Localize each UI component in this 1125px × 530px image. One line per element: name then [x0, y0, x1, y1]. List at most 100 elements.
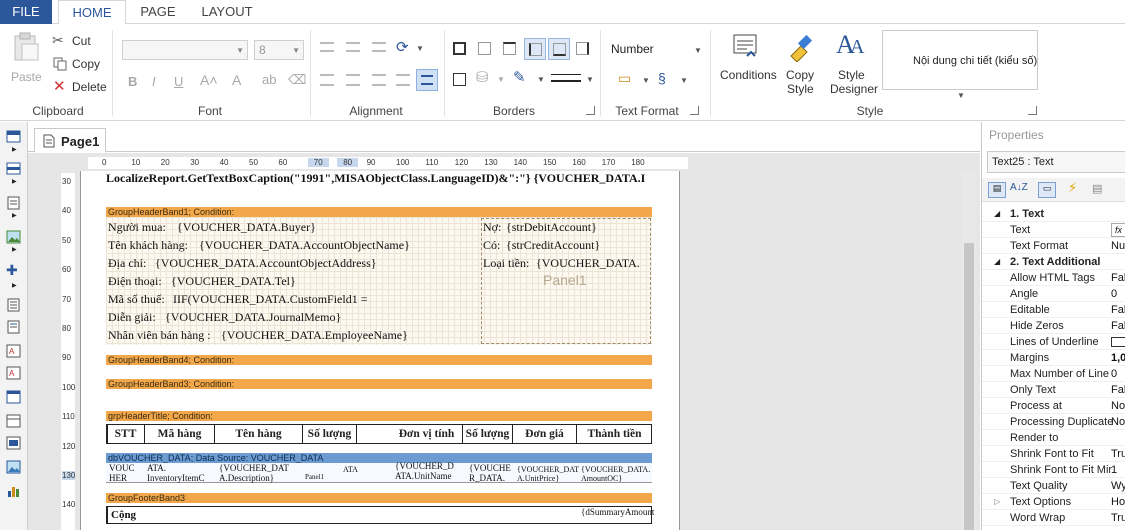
account-name-label[interactable]: Tên khách hàng:	[108, 238, 188, 253]
chevron-down-icon[interactable]: ▼	[416, 44, 424, 53]
border-bottom-icon[interactable]	[548, 38, 570, 60]
column-header[interactable]: Tên hàng	[215, 425, 303, 443]
data-cell[interactable]: ATA. InventoryItemC	[147, 463, 215, 483]
chevron-down-icon[interactable]: ▼	[642, 76, 650, 85]
footer-row[interactable]	[106, 506, 652, 524]
border-style-icon[interactable]	[551, 74, 581, 82]
tab-file[interactable]: FILE	[0, 0, 52, 24]
property-row[interactable]: Processing DuplicateNor	[982, 414, 1125, 430]
property-row[interactable]: Lines of Underline	[982, 334, 1125, 350]
properties-tab-icon[interactable]: ▭	[1038, 182, 1056, 198]
property-row[interactable]: Allow HTML Tags Fal	[982, 270, 1125, 286]
property-row[interactable]: Shrink Font to Fit Mir 1	[982, 462, 1125, 478]
text-icon[interactable]	[6, 298, 22, 312]
property-value[interactable]: Fal	[1111, 270, 1125, 286]
property-row[interactable]: Text Quality Wy	[982, 478, 1125, 494]
chevron-down-icon[interactable]: ▶	[12, 146, 17, 153]
events-icon[interactable]: ⚡	[1068, 180, 1077, 196]
band-icon[interactable]	[6, 130, 22, 144]
credit-field[interactable]: {strCreditAccount}	[506, 238, 600, 253]
property-value[interactable]: Fal	[1111, 302, 1125, 318]
property-row[interactable]: Text fx	[982, 222, 1125, 238]
data-cell[interactable]: ATA	[343, 465, 358, 474]
text-format-combo[interactable]: Number ▼	[608, 40, 704, 60]
property-row[interactable]: Max Number of Line 0	[982, 366, 1125, 382]
data-cell[interactable]: {VOUCHER_DATA. AmountOC}	[581, 465, 651, 483]
tab-page[interactable]: PAGE	[132, 0, 184, 24]
chevron-down-icon[interactable]: ▶	[12, 178, 17, 185]
memo-label[interactable]: Diễn giải:	[108, 310, 156, 325]
rich-text-icon[interactable]	[6, 320, 22, 334]
sub-report-icon[interactable]	[6, 436, 22, 450]
vertical-scrollbar[interactable]	[962, 171, 976, 530]
property-row[interactable]: Only Text Fal	[982, 382, 1125, 398]
money-format-icon[interactable]: ▭	[618, 70, 631, 87]
style-launcher-icon[interactable]	[1028, 106, 1037, 115]
address-label[interactable]: Địa chỉ:	[108, 256, 146, 271]
borders-launcher-icon[interactable]	[586, 106, 595, 115]
property-value[interactable]: Fal	[1111, 382, 1125, 398]
cross-band-icon[interactable]	[6, 196, 22, 210]
border-none-icon[interactable]	[478, 42, 491, 55]
chevron-down-icon[interactable]: ▼	[586, 75, 594, 84]
account-name-field[interactable]: {VOUCHER_DATA.AccountObjectName}	[199, 238, 410, 253]
tax-field[interactable]: IIF(VOUCHER_DATA.CustomField1 =	[173, 292, 367, 307]
credit-label[interactable]: Có:	[483, 238, 500, 253]
property-row[interactable]: Render to	[982, 430, 1125, 446]
chart-icon[interactable]	[6, 484, 22, 498]
border-top-icon[interactable]	[503, 42, 516, 55]
sort-az-icon[interactable]: A↓Z	[1010, 182, 1028, 193]
summary-field[interactable]: {dSummaryAmount	[581, 507, 654, 517]
caption-expression[interactable]: LocalizeReport.GetTextBoxCaption("1991",…	[106, 171, 645, 186]
data-band[interactable]: dbVOUCHER_DATA; Data Source: VOUCHER_DAT…	[106, 453, 652, 463]
property-row[interactable]: Shrink Font to Fit Tru	[982, 446, 1125, 462]
panel-icon[interactable]	[6, 390, 22, 404]
employee-field[interactable]: {VOUCHER_DATA.EmployeeName}	[221, 328, 408, 343]
justify-icon[interactable]	[396, 74, 410, 86]
cut-button[interactable]: ✂ Cut	[52, 32, 112, 50]
pages-icon[interactable]: ▤	[1092, 182, 1102, 195]
currency-field[interactable]: {VOUCHER_DATA.	[536, 256, 640, 271]
property-row[interactable]: Editable Fal	[982, 302, 1125, 318]
tab-home[interactable]: HOME	[58, 0, 126, 25]
property-value[interactable]: 1	[1111, 462, 1117, 478]
chevron-down-icon[interactable]: ▼	[537, 75, 545, 84]
property-category[interactable]: 1. Text ◢	[982, 206, 1125, 222]
collapse-icon[interactable]: ◢	[994, 254, 1000, 270]
data-cell[interactable]: {VOUCHER_DAT A.UnitPrice}	[517, 465, 579, 483]
property-row[interactable]: Text Options Ho ▷	[982, 494, 1125, 510]
property-value[interactable]: Tru	[1111, 446, 1125, 462]
property-value[interactable]: Nor	[1111, 398, 1125, 414]
debit-label[interactable]: Nợ:	[483, 220, 501, 235]
copy-button[interactable]: Copy	[52, 55, 112, 73]
expand-icon[interactable]: ▷	[994, 494, 1000, 510]
employee-label[interactable]: Nhân viên bán hàng :	[108, 328, 211, 343]
column-header[interactable]: Số lượng	[303, 425, 357, 443]
property-value[interactable]: Nu	[1111, 238, 1125, 254]
rotate-icon[interactable]: ⟳	[396, 38, 409, 56]
chevron-down-icon[interactable]: ▶	[12, 212, 17, 219]
style-designer-button[interactable]: A A Style Designer	[826, 30, 878, 96]
border-box-icon[interactable]	[453, 73, 466, 86]
component-selector[interactable]: Text25 : Text	[987, 151, 1125, 173]
align-bottom-icon[interactable]	[372, 42, 386, 52]
paste-button[interactable]: Paste	[8, 30, 44, 84]
column-header[interactable]: Số lượng	[463, 425, 513, 443]
border-right-icon[interactable]	[576, 42, 589, 55]
property-value[interactable]: 0	[1111, 286, 1117, 302]
chevron-down-icon[interactable]: ▼	[957, 91, 965, 100]
property-value[interactable]: Nor	[1111, 414, 1125, 430]
image-icon[interactable]	[6, 230, 22, 244]
label-icon[interactable]: A	[6, 344, 22, 358]
property-value[interactable]	[1111, 337, 1125, 347]
align-middle-icon[interactable]	[346, 42, 360, 52]
font-name-combo[interactable]: ▼	[122, 40, 248, 60]
data-cell[interactable]: VOUC HER	[109, 463, 143, 483]
property-value[interactable]: Ho	[1111, 494, 1125, 510]
tab-layout[interactable]: LAYOUT	[194, 0, 260, 24]
property-row[interactable]: Word Wrap Tru	[982, 510, 1125, 526]
font-grow-icon[interactable]: A˄	[200, 72, 218, 88]
group-header-band-4[interactable]: GroupHeaderBand4; Condition:	[106, 355, 652, 365]
table-icon[interactable]	[6, 414, 22, 428]
property-row[interactable]: Margins 1,0	[982, 350, 1125, 366]
